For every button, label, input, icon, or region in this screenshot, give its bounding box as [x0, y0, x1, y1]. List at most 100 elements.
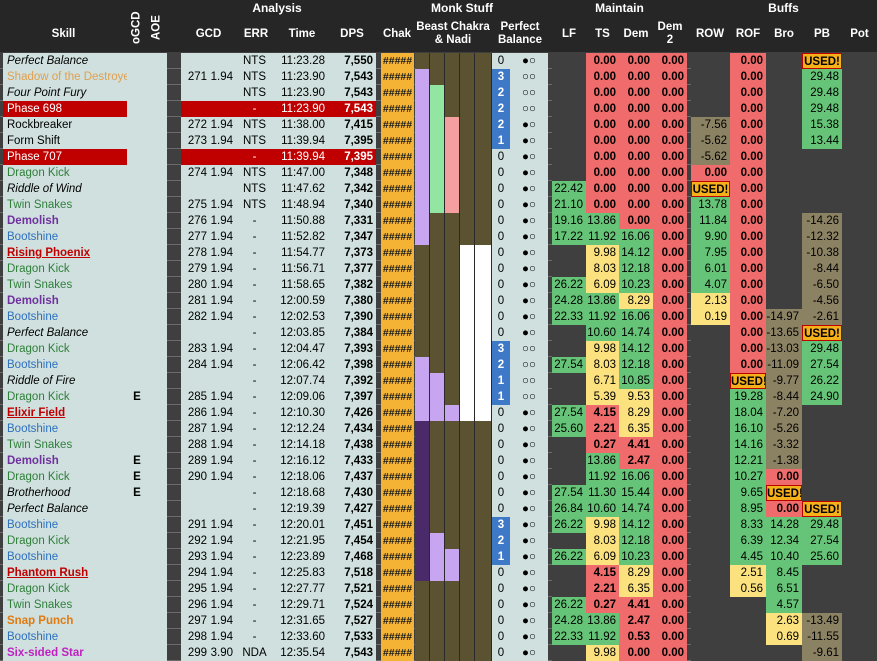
cell-time[interactable]: 12:23.89 [276, 549, 328, 565]
cell-ts[interactable]: 8.03 [586, 533, 619, 549]
cell-chak[interactable]: ##### [381, 437, 414, 453]
cell-chak[interactable]: ##### [381, 373, 414, 389]
cell-pbn[interactable]: 0 [492, 421, 510, 437]
cell-err[interactable]: - [236, 245, 276, 261]
cell-lf[interactable] [552, 581, 586, 597]
cell-dem2[interactable]: 0.00 [653, 69, 687, 85]
cell-dps[interactable]: 7,377 [328, 261, 376, 277]
cell-time[interactable]: 12:12.24 [276, 421, 328, 437]
cell-pot[interactable] [842, 261, 877, 277]
cell-rof[interactable]: 0.00 [730, 309, 766, 325]
cell-dps[interactable]: 7,451 [328, 517, 376, 533]
cell-pbd[interactable]: ●○ [510, 421, 548, 437]
cell-pb[interactable] [802, 437, 842, 453]
cell-lf[interactable]: 27.54 [552, 405, 586, 421]
cell-pbd[interactable]: ○○ [510, 389, 548, 405]
cell-pbn[interactable]: 1 [492, 133, 510, 149]
cell-dem[interactable]: 14.12 [619, 341, 653, 357]
cell-bro[interactable]: 4.57 [766, 597, 802, 613]
cell-gcd[interactable]: 1.94 [210, 421, 236, 437]
cell-time[interactable]: 12:29.71 [276, 597, 328, 613]
cell-gcdn[interactable]: 271 [181, 69, 210, 85]
cell-lf[interactable] [552, 133, 586, 149]
cell-aoe[interactable] [147, 133, 167, 149]
cell-aoe[interactable] [147, 117, 167, 133]
cell-gcd[interactable]: 1.94 [210, 133, 236, 149]
cell-pbn[interactable]: 0 [492, 309, 510, 325]
cell-dem[interactable]: 2.47 [619, 453, 653, 469]
cell-gcd[interactable]: 1.94 [210, 389, 236, 405]
cell-pbn[interactable]: 0 [492, 245, 510, 261]
cell-pbn[interactable]: 0 [492, 149, 510, 165]
cell-ogcd[interactable]: E [127, 469, 147, 485]
cell-aoe[interactable] [147, 165, 167, 181]
cell-gcdn[interactable]: 282 [181, 309, 210, 325]
cell-ts[interactable]: 10.60 [586, 325, 619, 341]
cell-err[interactable]: - [236, 565, 276, 581]
cell-chak[interactable]: ##### [381, 181, 414, 197]
cell-skill[interactable]: Dragon Kick [3, 581, 127, 597]
cell-aoe[interactable] [147, 389, 167, 405]
cell-ogcd[interactable] [127, 341, 147, 357]
cell-rof[interactable]: 0.00 [730, 213, 766, 229]
cell-gcdn[interactable] [181, 53, 210, 69]
cell-skill[interactable]: Dragon Kick [3, 469, 127, 485]
cell-dem[interactable]: 16.06 [619, 229, 653, 245]
cell-pbd[interactable]: ●○ [510, 261, 548, 277]
cell-pbd[interactable]: ●○ [510, 181, 548, 197]
cell-pot[interactable] [842, 389, 877, 405]
cell-ogcd[interactable] [127, 117, 147, 133]
cell-ts[interactable]: 13.86 [586, 613, 619, 629]
cell-rof[interactable]: 0.56 [730, 581, 766, 597]
col-row[interactable]: ROW [690, 16, 730, 52]
cell-dem2[interactable]: 0.00 [653, 149, 687, 165]
cell-ts[interactable]: 11.92 [586, 229, 619, 245]
cell-gcdn[interactable] [181, 485, 210, 501]
cell-gcdn[interactable]: 290 [181, 469, 210, 485]
cell-pot[interactable] [842, 565, 877, 581]
cell-dps[interactable]: 7,543 [328, 69, 376, 85]
cell-pot[interactable] [842, 69, 877, 85]
cell-pbd[interactable]: ●○ [510, 501, 548, 517]
cell-dem2[interactable]: 0.00 [653, 341, 687, 357]
cell-err[interactable]: - [236, 293, 276, 309]
cell-dem2[interactable]: 0.00 [653, 613, 687, 629]
cell-dem2[interactable]: 0.00 [653, 437, 687, 453]
cell-dem[interactable]: 6.35 [619, 421, 653, 437]
cell-row[interactable] [691, 405, 730, 421]
cell-pbn[interactable]: 2 [492, 117, 510, 133]
cell-bro[interactable] [766, 117, 802, 133]
cell-pbn[interactable]: 2 [492, 533, 510, 549]
cell-ogcd[interactable] [127, 645, 147, 661]
col-skill[interactable]: Skill [0, 16, 127, 52]
cell-time[interactable]: 11:23.90 [276, 101, 328, 117]
cell-time[interactable]: 11:23.90 [276, 85, 328, 101]
cell-aoe[interactable] [147, 565, 167, 581]
cell-dem[interactable]: 0.00 [619, 101, 653, 117]
cell-ogcd[interactable] [127, 213, 147, 229]
cell-skill[interactable]: Bootshine [3, 357, 127, 373]
cell-err[interactable]: - [236, 213, 276, 229]
cell-bro[interactable] [766, 645, 802, 661]
cell-dps[interactable]: 7,373 [328, 245, 376, 261]
cell-aoe[interactable] [147, 405, 167, 421]
cell-row[interactable] [691, 613, 730, 629]
cell-dem2[interactable]: 0.00 [653, 597, 687, 613]
cell-gcd[interactable]: 1.94 [210, 533, 236, 549]
cell-ogcd[interactable] [127, 325, 147, 341]
cell-skill[interactable]: Phantom Rush [3, 565, 127, 581]
cell-gcd[interactable]: 1.94 [210, 245, 236, 261]
cell-ts[interactable]: 9.98 [586, 645, 619, 661]
cell-pbn[interactable]: 0 [492, 261, 510, 277]
cell-aoe[interactable] [147, 485, 167, 501]
cell-ts[interactable]: 0.27 [586, 437, 619, 453]
cell-pbn[interactable]: 0 [492, 181, 510, 197]
cell-chak[interactable]: ##### [381, 341, 414, 357]
cell-dem[interactable]: 8.29 [619, 293, 653, 309]
cell-pbn[interactable]: 0 [492, 485, 510, 501]
col-rof[interactable]: ROF [730, 16, 766, 52]
cell-chak[interactable]: ##### [381, 565, 414, 581]
cell-pb[interactable]: -2.61 [802, 309, 842, 325]
cell-dem2[interactable]: 0.00 [653, 533, 687, 549]
cell-gcd[interactable]: 1.94 [210, 293, 236, 309]
